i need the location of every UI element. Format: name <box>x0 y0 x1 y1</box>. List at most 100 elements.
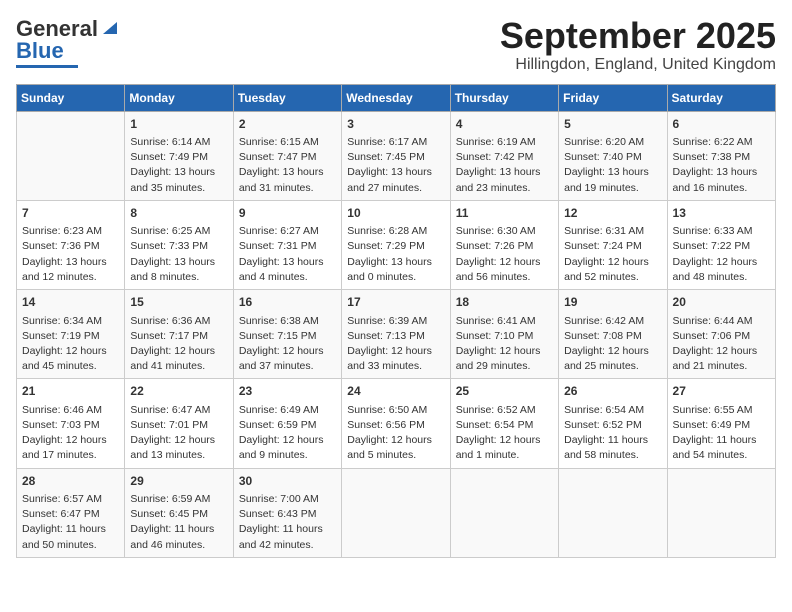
cell-content: Sunrise: 6:33 AM Sunset: 7:22 PM Dayligh… <box>673 224 770 285</box>
week-row-1: 1 Sunrise: 6:14 AM Sunset: 7:49 PM Daylig… <box>17 111 776 200</box>
day-number: 24 <box>347 383 444 400</box>
calendar-cell: 19 Sunrise: 6:42 AM Sunset: 7:08 PM Dayli… <box>559 290 667 379</box>
month-title: September 2025 <box>500 16 776 56</box>
calendar-cell: 14 Sunrise: 6:34 AM Sunset: 7:19 PM Dayli… <box>17 290 125 379</box>
logo-icon <box>99 16 121 38</box>
day-number: 8 <box>130 205 227 222</box>
cell-content: Sunrise: 6:41 AM Sunset: 7:10 PM Dayligh… <box>456 314 553 375</box>
calendar-table: SundayMondayTuesdayWednesdayThursdayFrid… <box>16 84 776 558</box>
calendar-cell <box>450 468 558 557</box>
day-number: 17 <box>347 294 444 311</box>
day-number: 29 <box>130 473 227 490</box>
calendar-cell: 12 Sunrise: 6:31 AM Sunset: 7:24 PM Dayli… <box>559 200 667 289</box>
calendar-cell: 3 Sunrise: 6:17 AM Sunset: 7:45 PM Daylig… <box>342 111 450 200</box>
cell-content: Sunrise: 6:25 AM Sunset: 7:33 PM Dayligh… <box>130 224 227 285</box>
day-number: 4 <box>456 116 553 133</box>
cell-content: Sunrise: 6:38 AM Sunset: 7:15 PM Dayligh… <box>239 314 336 375</box>
calendar-cell <box>342 468 450 557</box>
day-number: 3 <box>347 116 444 133</box>
day-number: 1 <box>130 116 227 133</box>
calendar-cell: 28 Sunrise: 6:57 AM Sunset: 6:47 PM Dayli… <box>17 468 125 557</box>
cell-content: Sunrise: 6:14 AM Sunset: 7:49 PM Dayligh… <box>130 135 227 196</box>
calendar-cell: 2 Sunrise: 6:15 AM Sunset: 7:47 PM Daylig… <box>233 111 341 200</box>
cell-content: Sunrise: 6:20 AM Sunset: 7:40 PM Dayligh… <box>564 135 661 196</box>
calendar-cell: 4 Sunrise: 6:19 AM Sunset: 7:42 PM Daylig… <box>450 111 558 200</box>
logo: General Blue <box>16 16 121 68</box>
calendar-cell: 7 Sunrise: 6:23 AM Sunset: 7:36 PM Daylig… <box>17 200 125 289</box>
day-number: 19 <box>564 294 661 311</box>
day-number: 12 <box>564 205 661 222</box>
cell-content: Sunrise: 6:19 AM Sunset: 7:42 PM Dayligh… <box>456 135 553 196</box>
cell-content: Sunrise: 6:47 AM Sunset: 7:01 PM Dayligh… <box>130 403 227 464</box>
cell-content: Sunrise: 6:15 AM Sunset: 7:47 PM Dayligh… <box>239 135 336 196</box>
logo-underline <box>16 65 78 68</box>
day-number: 6 <box>673 116 770 133</box>
calendar-cell: 11 Sunrise: 6:30 AM Sunset: 7:26 PM Dayli… <box>450 200 558 289</box>
day-number: 11 <box>456 205 553 222</box>
calendar-cell: 9 Sunrise: 6:27 AM Sunset: 7:31 PM Daylig… <box>233 200 341 289</box>
title-block: September 2025 Hillingdon, England, Unit… <box>500 16 776 74</box>
page-header: General Blue September 2025 Hillingdon, … <box>16 16 776 74</box>
day-number: 7 <box>22 205 119 222</box>
cell-content: Sunrise: 6:50 AM Sunset: 6:56 PM Dayligh… <box>347 403 444 464</box>
day-header-saturday: Saturday <box>667 84 775 111</box>
day-header-tuesday: Tuesday <box>233 84 341 111</box>
calendar-cell: 18 Sunrise: 6:41 AM Sunset: 7:10 PM Dayli… <box>450 290 558 379</box>
day-number: 27 <box>673 383 770 400</box>
cell-content: Sunrise: 6:28 AM Sunset: 7:29 PM Dayligh… <box>347 224 444 285</box>
cell-content: Sunrise: 6:42 AM Sunset: 7:08 PM Dayligh… <box>564 314 661 375</box>
calendar-cell: 24 Sunrise: 6:50 AM Sunset: 6:56 PM Dayli… <box>342 379 450 468</box>
day-number: 18 <box>456 294 553 311</box>
calendar-cell: 30 Sunrise: 7:00 AM Sunset: 6:43 PM Dayli… <box>233 468 341 557</box>
day-header-thursday: Thursday <box>450 84 558 111</box>
cell-content: Sunrise: 6:59 AM Sunset: 6:45 PM Dayligh… <box>130 492 227 553</box>
day-number: 14 <box>22 294 119 311</box>
cell-content: Sunrise: 6:54 AM Sunset: 6:52 PM Dayligh… <box>564 403 661 464</box>
calendar-cell <box>559 468 667 557</box>
cell-content: Sunrise: 6:17 AM Sunset: 7:45 PM Dayligh… <box>347 135 444 196</box>
day-number: 22 <box>130 383 227 400</box>
calendar-cell: 25 Sunrise: 6:52 AM Sunset: 6:54 PM Dayli… <box>450 379 558 468</box>
cell-content: Sunrise: 6:46 AM Sunset: 7:03 PM Dayligh… <box>22 403 119 464</box>
day-number: 26 <box>564 383 661 400</box>
logo-blue: Blue <box>16 38 64 64</box>
cell-content: Sunrise: 6:31 AM Sunset: 7:24 PM Dayligh… <box>564 224 661 285</box>
calendar-cell: 27Sunrise: 6:55 AM Sunset: 6:49 PM Dayli… <box>667 379 775 468</box>
calendar-cell: 22 Sunrise: 6:47 AM Sunset: 7:01 PM Dayli… <box>125 379 233 468</box>
day-number: 25 <box>456 383 553 400</box>
day-header-friday: Friday <box>559 84 667 111</box>
calendar-cell: 20 Sunrise: 6:44 AM Sunset: 7:06 PM Dayli… <box>667 290 775 379</box>
day-number: 28 <box>22 473 119 490</box>
calendar-cell <box>17 111 125 200</box>
day-header-wednesday: Wednesday <box>342 84 450 111</box>
day-number: 30 <box>239 473 336 490</box>
calendar-cell: 17 Sunrise: 6:39 AM Sunset: 7:13 PM Dayli… <box>342 290 450 379</box>
calendar-cell: 6Sunrise: 6:22 AM Sunset: 7:38 PM Daylig… <box>667 111 775 200</box>
day-number: 20 <box>673 294 770 311</box>
week-row-5: 28 Sunrise: 6:57 AM Sunset: 6:47 PM Dayli… <box>17 468 776 557</box>
calendar-cell: 10 Sunrise: 6:28 AM Sunset: 7:29 PM Dayli… <box>342 200 450 289</box>
header-row: SundayMondayTuesdayWednesdayThursdayFrid… <box>17 84 776 111</box>
day-number: 16 <box>239 294 336 311</box>
day-number: 9 <box>239 205 336 222</box>
cell-content: Sunrise: 6:23 AM Sunset: 7:36 PM Dayligh… <box>22 224 119 285</box>
day-number: 23 <box>239 383 336 400</box>
calendar-cell: 16 Sunrise: 6:38 AM Sunset: 7:15 PM Dayli… <box>233 290 341 379</box>
cell-content: Sunrise: 6:27 AM Sunset: 7:31 PM Dayligh… <box>239 224 336 285</box>
week-row-4: 21Sunrise: 6:46 AM Sunset: 7:03 PM Dayli… <box>17 379 776 468</box>
day-number: 10 <box>347 205 444 222</box>
day-number: 2 <box>239 116 336 133</box>
cell-content: Sunrise: 6:34 AM Sunset: 7:19 PM Dayligh… <box>22 314 119 375</box>
calendar-cell: 13 Sunrise: 6:33 AM Sunset: 7:22 PM Dayli… <box>667 200 775 289</box>
calendar-cell: 1 Sunrise: 6:14 AM Sunset: 7:49 PM Daylig… <box>125 111 233 200</box>
calendar-cell: 29 Sunrise: 6:59 AM Sunset: 6:45 PM Dayli… <box>125 468 233 557</box>
cell-content: Sunrise: 6:44 AM Sunset: 7:06 PM Dayligh… <box>673 314 770 375</box>
week-row-2: 7 Sunrise: 6:23 AM Sunset: 7:36 PM Daylig… <box>17 200 776 289</box>
cell-content: Sunrise: 6:30 AM Sunset: 7:26 PM Dayligh… <box>456 224 553 285</box>
cell-content: Sunrise: 7:00 AM Sunset: 6:43 PM Dayligh… <box>239 492 336 553</box>
cell-content: Sunrise: 6:39 AM Sunset: 7:13 PM Dayligh… <box>347 314 444 375</box>
calendar-cell: 26 Sunrise: 6:54 AM Sunset: 6:52 PM Dayli… <box>559 379 667 468</box>
cell-content: Sunrise: 6:52 AM Sunset: 6:54 PM Dayligh… <box>456 403 553 464</box>
cell-content: Sunrise: 6:57 AM Sunset: 6:47 PM Dayligh… <box>22 492 119 553</box>
day-number: 13 <box>673 205 770 222</box>
